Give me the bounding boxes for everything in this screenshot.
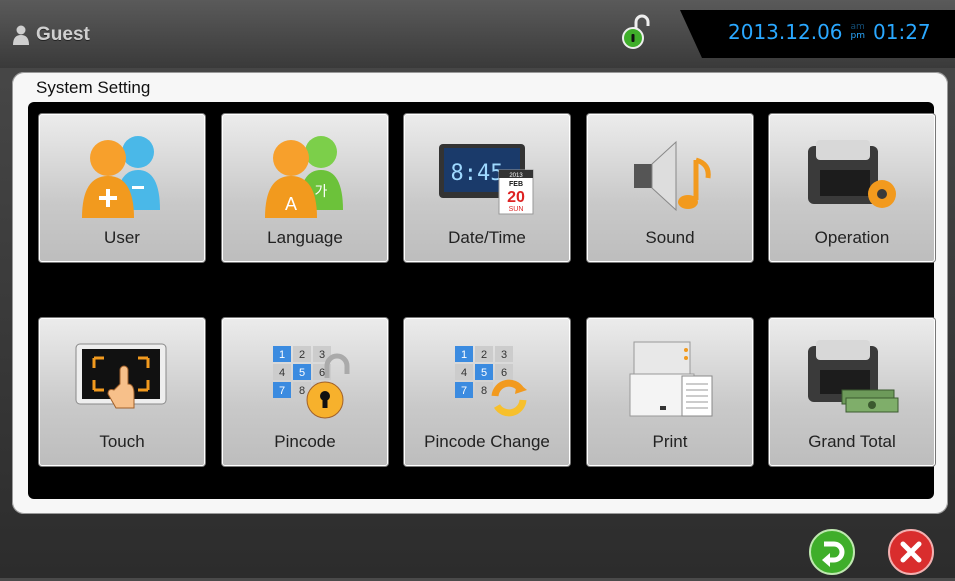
time-text: 01:27: [873, 20, 931, 44]
tile-label: User: [104, 228, 140, 247]
key-7: 7: [279, 385, 285, 397]
tile-operation[interactable]: Operation: [769, 114, 935, 262]
key-4: 4: [461, 367, 467, 379]
sound-icon: [634, 140, 711, 212]
tile-label: Sound: [645, 228, 695, 247]
key-2: 2: [481, 349, 487, 361]
lang-a-text: A: [285, 194, 297, 214]
cancel-button[interactable]: [887, 528, 935, 576]
panel-title: System Setting: [36, 78, 151, 97]
user-icon: [82, 136, 160, 218]
user-name: Guest: [36, 24, 90, 45]
tile-label: Print: [652, 432, 688, 451]
tile-label: Pincode Change: [424, 432, 550, 451]
language-icon: 가 A: [265, 136, 343, 218]
pincode-icon: 1 2 3 4 5 6 7 8: [273, 346, 350, 419]
tile-touch[interactable]: Touch: [39, 318, 205, 466]
lang-b-text: 가: [315, 184, 328, 200]
tile-label: Touch: [99, 432, 145, 451]
tile-pincode-change[interactable]: 1 2 3 4 5 6 7 8 Pincode Change: [404, 318, 570, 466]
tile-label: Language: [267, 228, 343, 247]
date-time-display: 2013.12.06 am pm 01:27: [728, 20, 931, 44]
key-6: 6: [501, 367, 507, 379]
settings-grid: User 가 A Language 8:45 2013 FEB 20 SUN D…: [28, 102, 935, 499]
cal-weekday: SUN: [509, 206, 524, 213]
print-icon: [629, 341, 713, 417]
top-status-bar: Guest 2013.12.06 am pm 01:27: [0, 0, 955, 68]
key-5: 5: [481, 367, 487, 379]
unlocked-icon[interactable]: [622, 14, 652, 50]
touch-icon: [75, 343, 167, 409]
confirm-button[interactable]: [808, 528, 856, 576]
cal-day: 20: [507, 189, 525, 206]
cal-month: FEB: [509, 181, 523, 188]
tile-grand-total[interactable]: Grand Total: [769, 318, 935, 466]
key-4: 4: [279, 367, 285, 379]
date-text: 2013.12.06: [728, 20, 843, 44]
tile-label: Operation: [814, 228, 890, 247]
pincode-change-icon: 1 2 3 4 5 6 7 8: [455, 346, 527, 417]
pm-label: pm: [850, 31, 865, 41]
key-1: 1: [461, 349, 467, 361]
key-3: 3: [319, 349, 325, 361]
system-setting-panel: System Setting User 가 A Language 8:45 20…: [12, 72, 948, 514]
am-pm-indicator: am pm: [851, 23, 865, 41]
key-8: 8: [481, 385, 487, 397]
clock-text: 8:45: [451, 161, 504, 186]
key-1: 1: [279, 349, 285, 361]
person-icon: [13, 25, 29, 45]
tile-label: Pincode: [274, 432, 336, 451]
datetime-icon: 8:45 2013 FEB 20 SUN: [439, 144, 534, 215]
tile-print[interactable]: Print: [587, 318, 753, 466]
tile-pincode[interactable]: 1 2 3 4 5 6 7 8 Pincode: [222, 318, 388, 466]
am-label: am: [850, 22, 865, 32]
key-2: 2: [299, 349, 305, 361]
cal-year: 2013: [509, 173, 523, 179]
tile-sound[interactable]: Sound: [587, 114, 753, 262]
operation-icon: [808, 140, 896, 208]
user-indicator: Guest: [12, 24, 90, 46]
key-3: 3: [501, 349, 507, 361]
tile-date-time[interactable]: 8:45 2013 FEB 20 SUN Date/Time: [404, 114, 570, 262]
return-arrow-icon: [809, 529, 855, 575]
tile-label: Grand Total: [808, 432, 896, 451]
close-icon: [888, 529, 934, 575]
key-6: 6: [319, 367, 325, 379]
key-5: 5: [299, 367, 305, 379]
tile-language[interactable]: 가 A Language: [222, 114, 388, 262]
key-7: 7: [461, 385, 467, 397]
tile-label: Date/Time: [448, 228, 526, 247]
grand-total-icon: [808, 340, 899, 413]
tile-user[interactable]: User: [39, 114, 205, 262]
key-8: 8: [299, 385, 305, 397]
